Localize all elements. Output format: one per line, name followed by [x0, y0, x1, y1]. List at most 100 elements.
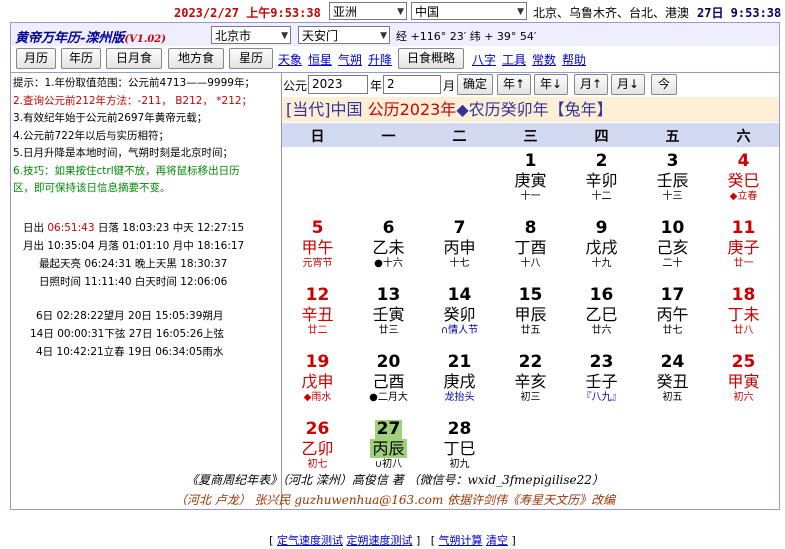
test-shuo-speed-link[interactable]: 定朔速度测试	[346, 534, 412, 547]
day-ganzhi: 癸卯	[443, 305, 476, 324]
day-lunar: 廿六	[591, 325, 612, 336]
day-number: 10	[660, 218, 685, 238]
day-number: 18	[731, 285, 756, 305]
test-qi-speed-link[interactable]: 定气速度测试	[277, 534, 343, 547]
day-number: 3	[666, 151, 679, 171]
day-cell[interactable]: 1 庚寅 十一	[495, 149, 566, 214]
day-cell[interactable]: 20 己酉 ●二月大	[353, 350, 424, 415]
weekday-sun: 日	[310, 129, 325, 145]
day-number: 14	[447, 285, 472, 305]
confirm-button[interactable]: 确定	[457, 74, 493, 95]
day-cell[interactable]: 8 丁酉 十八	[495, 216, 566, 281]
next-month-button[interactable]: 月↓	[611, 74, 645, 95]
link-tools[interactable]: 工具	[502, 51, 526, 68]
local-eclipse-button[interactable]: 地方食	[168, 48, 224, 69]
day-number: 9	[595, 218, 608, 238]
country-select[interactable]: 中国 ▼	[411, 2, 527, 20]
day-lunar: 龙抬头	[444, 392, 475, 403]
tip-4: 4.公元前722年以后与实历相符；	[13, 129, 170, 142]
day-cell[interactable]: 13 壬寅 廿三	[353, 283, 424, 348]
day-lunar: ◆雨水	[303, 392, 332, 403]
chevron-down-icon: ▼	[281, 31, 288, 41]
day-cell[interactable]: 22 辛亥 初三	[495, 350, 566, 415]
day-cell[interactable]: 2 辛卯 十二	[566, 149, 637, 214]
link-rise-set[interactable]: 升降	[368, 51, 392, 68]
day-ganzhi: 癸丑	[656, 372, 689, 391]
title-bar: 黄帝万年历-滦州版(V1.02) 北京市 ▼ 天安门 ▼ 经 +116° 23′ 纬…	[10, 22, 780, 46]
day-cell[interactable]: 10 己亥 二十	[637, 216, 708, 281]
day-cell[interactable]: 3 壬辰 十三	[637, 149, 708, 214]
sun-row: 日出 06:51:43 日落 18:03:23 中天 12:27:15	[11, 219, 281, 237]
era-label: 公元	[283, 79, 308, 93]
link-celestial[interactable]: 天象	[278, 51, 302, 68]
city-select-value: 北京市	[215, 29, 252, 43]
link-stars[interactable]: 恒星	[308, 51, 332, 68]
eclipse-button[interactable]: 日月食	[106, 48, 162, 69]
eclipse-summary-button[interactable]: 日食概略	[398, 48, 464, 69]
day-lunar: 十一	[520, 191, 541, 202]
day-lunar: 廿二	[307, 325, 328, 336]
day-cell[interactable]: 23 壬子 『八九』	[566, 350, 637, 415]
next-year-button[interactable]: 年↓	[534, 74, 568, 95]
day-number: 20	[376, 352, 401, 372]
day-cell[interactable]: 15 甲辰 廿五	[495, 283, 566, 348]
day-lunar: 廿一	[733, 258, 754, 269]
day-number: 16	[589, 285, 614, 305]
region-select[interactable]: 亚洲 ▼	[329, 2, 407, 20]
city-select[interactable]: 北京市 ▼	[211, 26, 291, 44]
day-cell[interactable]: 7 丙申 十七	[424, 216, 495, 281]
month-calendar-button[interactable]: 月历	[16, 48, 56, 69]
link-constants[interactable]: 常数	[532, 51, 556, 68]
day-cell[interactable]: 18 丁未 廿八	[708, 283, 779, 348]
day-cell[interactable]: 11 庚子 廿一	[708, 216, 779, 281]
day-ganzhi: 甲寅	[727, 372, 760, 391]
day-cell[interactable]: 21 庚戌 龙抬头	[424, 350, 495, 415]
day-ganzhi: 乙未	[372, 238, 405, 257]
day-cell[interactable]: 6 乙未 ●十六	[353, 216, 424, 281]
day-cell[interactable]: 16 乙巳 廿六	[566, 283, 637, 348]
day-cell[interactable]: 12 辛丑 廿二	[282, 283, 353, 348]
day-number: 23	[589, 352, 614, 372]
day-number: 21	[447, 352, 472, 372]
day-lunar: 初六	[733, 392, 754, 403]
link-bazi[interactable]: 八字	[472, 51, 496, 68]
day-ganzhi: 壬子	[585, 372, 618, 391]
day-cell[interactable]: 25 甲寅 初六	[708, 350, 779, 415]
year-input[interactable]: 2023	[308, 75, 368, 94]
day-cell[interactable]: 4 癸巳 ◆立春	[708, 149, 779, 214]
day-ganzhi: 辛卯	[585, 171, 618, 190]
day-cell[interactable]: 24 癸丑 初五	[637, 350, 708, 415]
district-select-value: 天安门	[302, 29, 339, 43]
day-number: 17	[660, 285, 685, 305]
longitude-latitude: 经 +116° 23′ 纬 + 39° 54′	[396, 30, 537, 43]
link-help[interactable]: 帮助	[562, 51, 586, 68]
day-cell[interactable]: 9 戊戌 十九	[566, 216, 637, 281]
clear-link[interactable]: 清空	[486, 534, 508, 547]
weekday-fri: 五	[665, 129, 680, 145]
prev-month-button[interactable]: 月↑	[574, 74, 608, 95]
day-lunar: 初七	[307, 459, 328, 470]
day-cell[interactable]: 19 戊申 ◆雨水	[282, 350, 353, 415]
ephemeris-button[interactable]: 星历	[229, 48, 273, 69]
day-lunar: 廿七	[662, 325, 683, 336]
link-qishuo[interactable]: 气朔	[338, 51, 362, 68]
day-ganzhi: 丁巳	[443, 439, 476, 458]
day-ganzhi: 乙卯	[301, 439, 334, 458]
district-select[interactable]: 天安门 ▼	[298, 26, 390, 44]
region-select-value: 亚洲	[333, 5, 358, 19]
day-ganzhi: 己亥	[656, 238, 689, 257]
chevron-down-icon: ▼	[517, 7, 524, 17]
day-cell[interactable]: 14 癸卯 ∩情人节	[424, 283, 495, 348]
qishuo-calc-link[interactable]: 气朔计算	[439, 534, 483, 547]
day-cell[interactable]: 5 甲午 元宵节	[282, 216, 353, 281]
today-button[interactable]: 今	[651, 74, 677, 95]
year-label: 年	[370, 79, 383, 93]
app-title: 黄帝万年历-滦州版(V1.02)	[15, 27, 166, 46]
month-input[interactable]: 2	[383, 75, 441, 94]
day-lunar: 初九	[449, 459, 470, 470]
day-number: 27	[374, 419, 403, 439]
day-cell[interactable]: 17 丙午 廿七	[637, 283, 708, 348]
moonrise-value: 10:35:04	[47, 240, 95, 252]
prev-year-button[interactable]: 年↑	[497, 74, 531, 95]
year-calendar-button[interactable]: 年历	[61, 48, 101, 69]
